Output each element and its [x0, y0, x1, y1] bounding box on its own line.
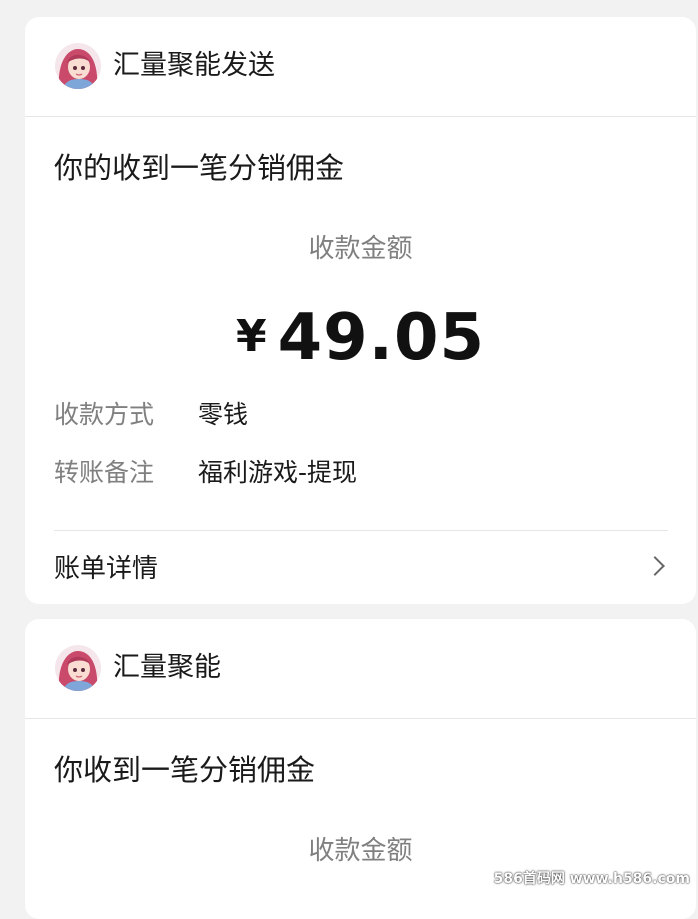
anime-avatar-icon	[55, 43, 101, 89]
amount-value: ¥49.05	[25, 299, 696, 376]
chevron-right-icon	[645, 556, 665, 576]
notice-title: 你收到一笔分销佣金	[54, 753, 316, 787]
detail-value: 福利游戏-提现	[198, 458, 358, 487]
bill-details-label: 账单详情	[54, 554, 159, 584]
currency-symbol: ¥	[235, 311, 268, 362]
payment-notification-card[interactable]: 汇量聚能发送 你的收到一笔分销佣金 收款金额 ¥49.05 收款方式 零钱 转账备…	[25, 17, 696, 604]
sender-name: 汇量聚能发送	[113, 50, 275, 81]
amount-number: 49.05	[277, 301, 486, 375]
detail-value: 零钱	[198, 400, 249, 429]
detail-label: 收款方式	[54, 400, 155, 429]
amount-label: 收款金额	[308, 836, 413, 866]
card-header: 汇量聚能	[25, 619, 696, 719]
card-header: 汇量聚能发送	[25, 17, 696, 117]
detail-label: 转账备注	[54, 458, 155, 487]
sender-name: 汇量聚能	[113, 652, 221, 683]
notice-title: 你的收到一笔分销佣金	[54, 151, 345, 185]
detail-row-transfer-remark: 转账备注 福利游戏-提现	[54, 456, 357, 490]
bill-details-link[interactable]: 账单详情	[25, 531, 696, 604]
amount-label: 收款金额	[308, 234, 413, 264]
site-watermark: 586首码网 www.h586.com	[493, 871, 690, 887]
anime-avatar-icon	[55, 645, 101, 691]
detail-row-payment-method: 收款方式 零钱	[54, 398, 248, 432]
